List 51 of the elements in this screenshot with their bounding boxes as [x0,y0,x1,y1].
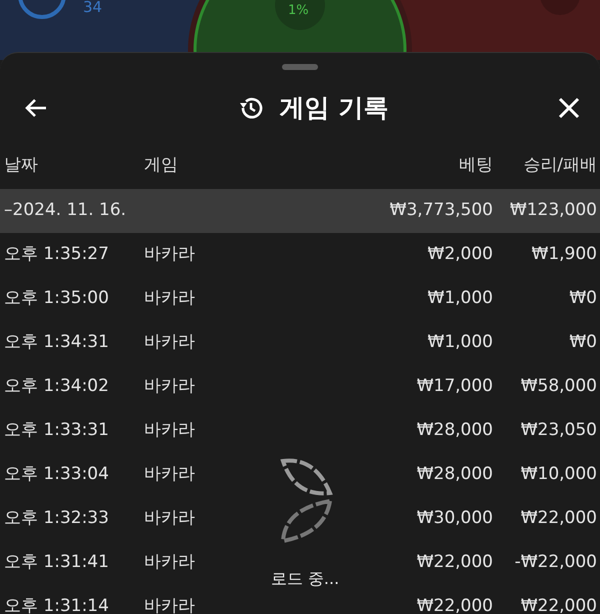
bet-cell: ₩1,000 [428,332,493,352]
game-cell: 바카라 [144,552,195,572]
game-cell: 바카라 [144,376,195,396]
game-cell: 바카라 [144,464,195,484]
total-bet: ₩3,773,500 [390,200,493,220]
game-cell: 바카라 [144,420,195,440]
result-cell: ₩1,900 [532,244,597,264]
result-cell: ₩22,000 [520,508,597,528]
time-cell: 오후 1:31:41 [4,552,109,572]
player-count: 34 [83,0,102,15]
time-cell: 오후 1:34:31 [4,332,109,352]
date-group-row[interactable]: –2024. 11. 16. ₩3,773,500 ₩123,000 [0,189,600,233]
back-icon[interactable] [24,97,48,119]
column-header: 승리/패배 [523,155,597,176]
game-cell: 바카라 [144,508,195,528]
date-group-label: –2024. 11. 16. [4,200,126,220]
bet-cell: ₩22,000 [416,552,493,572]
result-cell: -₩22,000 [514,552,597,572]
time-cell: 오후 1:32:33 [4,508,109,528]
sheet-title: 게임 기록 [280,92,388,124]
time-cell: 오후 1:35:27 [4,244,109,264]
bet-cell: ₩2,000 [428,244,493,264]
column-header: 게임 [144,155,178,176]
bet-cell: ₩28,000 [416,464,493,484]
result-cell: ₩58,000 [520,376,597,396]
history-icon [238,95,264,121]
column-header: 베팅 [459,155,493,176]
time-cell: 오후 1:31:14 [4,596,109,614]
result-cell: ₩23,050 [520,420,597,440]
result-cell: ₩0 [569,288,597,308]
bet-cell: ₩30,000 [416,508,493,528]
result-cell: ₩0 [569,332,597,352]
close-icon[interactable] [558,97,580,119]
drag-handle[interactable] [282,64,318,70]
percent-label: 1% [288,2,309,20]
time-cell: 오후 1:33:31 [4,420,109,440]
bet-cell: ₩22,000 [416,596,493,614]
time-cell: 오후 1:35:00 [4,288,109,308]
time-cell: 오후 1:33:04 [4,464,109,484]
result-cell: ₩22,000 [520,596,597,614]
game-cell: 바카라 [144,288,195,308]
column-header: 날짜 [4,155,38,176]
game-cell: 바카라 [144,332,195,352]
game-cell: 바카라 [144,244,195,264]
bet-cell: ₩28,000 [416,420,493,440]
result-cell: ₩10,000 [520,464,597,484]
time-cell: 오후 1:34:02 [4,376,109,396]
bet-cell: ₩17,000 [416,376,493,396]
total-result: ₩123,000 [510,200,597,220]
game-cell: 바카라 [144,596,195,614]
bet-cell: ₩1,000 [428,288,493,308]
